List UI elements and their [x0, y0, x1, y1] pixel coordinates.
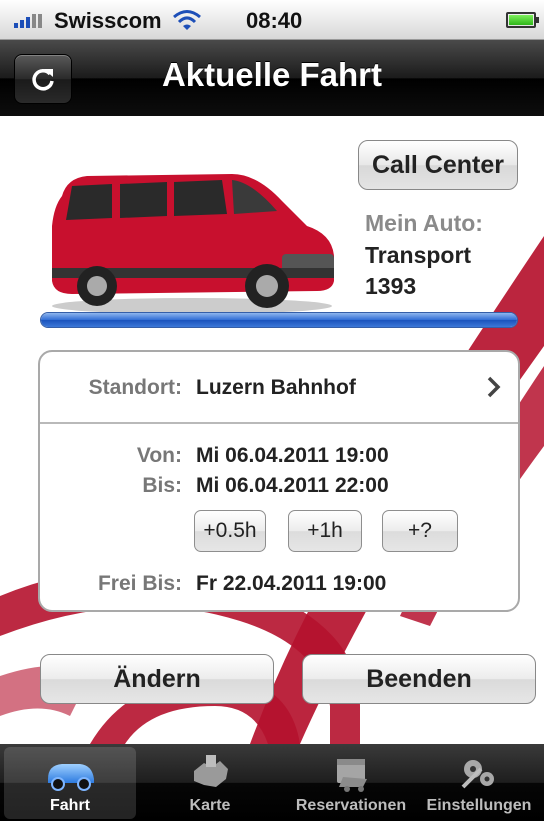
extend-one-hour-button[interactable]: +1h: [288, 510, 362, 552]
standort-value: Luzern Bahnhof: [196, 376, 356, 399]
navigation-bar: Aktuelle Fahrt: [0, 40, 544, 116]
bis-value: Mi 06.04.2011 22:00: [196, 474, 389, 497]
frei-bis-label: Frei Bis:: [97, 572, 182, 595]
tab-label: Fahrt: [50, 797, 90, 814]
call-center-button[interactable]: Call Center: [358, 140, 518, 190]
page-title: Aktuelle Fahrt: [161, 56, 383, 93]
main-content: Call Center Mein Auto: Transport 1393 St…: [0, 116, 544, 744]
chevron-right-icon: [487, 376, 501, 398]
change-button[interactable]: Ändern: [40, 654, 274, 704]
tab-fahrt[interactable]: Fahrt: [4, 747, 136, 819]
von-label: Von:: [136, 444, 182, 467]
battery-icon: [506, 12, 539, 28]
extend-custom-button[interactable]: +?: [382, 510, 458, 552]
status-time: 08:40: [246, 8, 303, 33]
tab-einstellungen[interactable]: Einstellungen: [414, 747, 544, 819]
car-image: [52, 174, 334, 314]
standort-label: Standort:: [88, 376, 182, 399]
tab-label: Karte: [189, 797, 231, 814]
tab-label: Reservationen: [295, 797, 407, 814]
von-value: Mi 06.04.2011 19:00: [196, 444, 389, 467]
standort-row[interactable]: Standort: Luzern Bahnhof: [40, 352, 518, 424]
end-trip-button[interactable]: Beenden: [302, 654, 536, 704]
frei-bis-value: Fr 22.04.2011 19:00: [196, 572, 387, 595]
tab-label: Einstellungen: [426, 797, 532, 814]
extend-half-hour-button[interactable]: +0.5h: [194, 510, 266, 552]
my-car-label: Mein Auto:: [365, 210, 483, 236]
car-icon: [48, 764, 94, 791]
gears-icon: [461, 760, 494, 789]
progress-fill: [41, 313, 517, 327]
carrier-name: Swisscom: [54, 8, 162, 33]
trip-progress-bar: [40, 312, 518, 328]
tab-reservationen[interactable]: Reservationen: [276, 747, 426, 819]
trip-details-card: Standort: Luzern Bahnhof Von: Mi 06.04.2…: [38, 350, 520, 612]
wifi-icon: [173, 10, 201, 30]
bis-label: Bis:: [142, 474, 182, 497]
tab-bar: Fahrt Karte Reservationen Einstellungen: [0, 744, 544, 821]
my-car-name: Transport 1393: [365, 242, 472, 299]
calendar-icon: [337, 759, 367, 792]
signal-strength-icon: [14, 14, 42, 28]
tab-karte[interactable]: Karte: [144, 747, 276, 819]
map-icon: [194, 755, 228, 787]
status-bar: Swisscom 08:40: [0, 0, 544, 40]
